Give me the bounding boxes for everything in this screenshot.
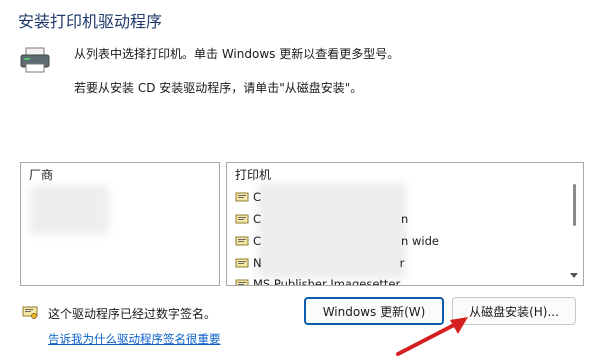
- printer-driver-icon: [235, 279, 249, 285]
- annotation-arrow-icon: [396, 317, 468, 356]
- printer-driver-icon: [235, 236, 249, 246]
- printer-item-label: C: [253, 190, 262, 204]
- signature-status-text: 这个驱动程序已经过数字签名。: [48, 307, 217, 321]
- install-disk-hint: 若要从安装 CD 安装驱动程序，请单击"从磁盘安装"。: [74, 81, 363, 95]
- printer-driver-icon: [235, 258, 249, 268]
- list-item[interactable]: MS Publisher Imagesetter: [235, 275, 401, 286]
- printer-item-label: C: [253, 212, 262, 226]
- printer-driver-icon: [235, 192, 249, 202]
- signed-certificate-icon: [22, 306, 38, 319]
- list-item[interactable]: N r: [235, 254, 404, 272]
- printer-item-label: C: [253, 234, 262, 248]
- printer-list-header: 打印机: [235, 168, 272, 182]
- list-item[interactable]: C n wide: [235, 232, 439, 250]
- printer-item-tail: r: [399, 256, 405, 270]
- printer-icon: [20, 47, 50, 73]
- printer-item-label: N: [253, 256, 262, 270]
- instruction-text: 从列表中选择打印机。单击 Windows 更新以查看更多型号。: [74, 47, 400, 61]
- dialog-title: 安装打印机驱动程序: [18, 12, 163, 31]
- redacted-manufacturer-items: [29, 185, 109, 235]
- list-item[interactable]: C n: [235, 210, 408, 228]
- printer-item-label: MS Publisher Imagesetter: [253, 277, 401, 286]
- manufacturer-list-header: 厂商: [29, 168, 54, 182]
- scroll-down-icon[interactable]: [570, 273, 578, 278]
- list-item[interactable]: C: [235, 188, 261, 206]
- signature-info-link[interactable]: 告诉我为什么驱动程序签名很重要: [48, 331, 221, 347]
- printer-item-tail: n wide: [401, 234, 439, 248]
- printer-item-tail: n: [401, 212, 409, 226]
- manufacturer-list[interactable]: 厂商: [20, 162, 220, 286]
- printer-list[interactable]: 打印机 C C n C n wide N r MS Publisher Imag…: [226, 162, 584, 286]
- printer-list-scrollbar[interactable]: [568, 164, 582, 284]
- printer-driver-icon: [235, 214, 249, 224]
- scroll-thumb[interactable]: [573, 184, 576, 226]
